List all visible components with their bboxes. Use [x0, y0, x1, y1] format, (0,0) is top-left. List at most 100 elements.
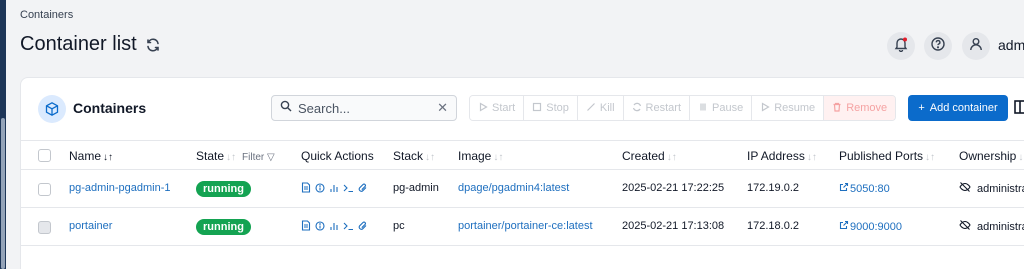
logs-icon[interactable] — [301, 220, 311, 231]
container-name-link[interactable]: portainer — [69, 220, 112, 232]
port-label: 9000:9000 — [850, 220, 902, 233]
status-badge: running — [196, 181, 251, 197]
stats-icon[interactable] — [329, 221, 339, 231]
sort-icon: ↓↑ — [925, 152, 936, 163]
help-icon — [930, 36, 946, 57]
card-title: Containers — [73, 100, 147, 116]
user-menu-button[interactable] — [962, 32, 990, 60]
filter-icon: ▽ — [267, 152, 275, 163]
filter-label: Filter — [242, 152, 265, 163]
resume-label: Resume — [774, 102, 816, 114]
left-sidebar-edge — [0, 0, 6, 269]
restart-button[interactable]: Restart — [623, 96, 691, 120]
table-header: Name ↓↑ State ↓↑ Filter ▽ Quick Actions Sta… — [21, 140, 1024, 170]
restart-label: Restart — [645, 102, 682, 114]
table-row: pg-admin-pgadmin-1 running pg-admin dpag… — [21, 170, 1024, 208]
sort-icon: ↓↑ — [493, 152, 504, 163]
column-stack-label: Stack — [393, 149, 424, 163]
eye-off-icon — [959, 220, 971, 233]
sort-icon: ↓↑ — [666, 152, 677, 163]
column-created-label: Created — [622, 149, 665, 163]
select-all-checkbox[interactable] — [38, 149, 51, 162]
search-input[interactable] — [298, 100, 428, 116]
search-box[interactable]: ✕ — [271, 95, 457, 121]
logs-icon[interactable] — [301, 182, 311, 193]
container-name-link[interactable]: pg-admin-pgadmin-1 — [69, 182, 171, 194]
resume-button[interactable]: Resume — [752, 96, 825, 120]
username-label[interactable]: admin — [998, 37, 1024, 53]
kill-label: Kill — [599, 102, 615, 114]
row-checkbox[interactable] — [38, 221, 51, 234]
column-state-label: State — [196, 149, 225, 163]
sort-desc-icon: ↓↑ — [103, 152, 114, 163]
plus-icon: + — [918, 102, 925, 114]
column-image[interactable]: Image ↓↑ — [458, 149, 503, 163]
restart-icon — [632, 102, 642, 115]
add-container-label: Add container — [929, 102, 998, 114]
stats-icon[interactable] — [329, 183, 339, 193]
column-name[interactable]: Name ↓↑ — [69, 149, 113, 163]
table-row: portainer running pc portainer/portainer… — [21, 208, 1024, 246]
clear-icon[interactable]: ✕ — [437, 100, 448, 116]
console-icon[interactable] — [343, 183, 354, 193]
column-quick-actions: Quick Actions — [301, 149, 374, 163]
play-icon — [478, 101, 488, 115]
notifications-button[interactable] — [887, 32, 915, 60]
inspect-icon[interactable] — [315, 220, 325, 231]
port-label: 5050:80 — [850, 182, 890, 195]
columns-icon[interactable] — [1014, 99, 1024, 115]
quick-actions — [301, 182, 368, 193]
external-link-icon — [839, 220, 849, 233]
cube-icon — [38, 95, 66, 123]
resume-icon — [760, 101, 770, 115]
console-icon[interactable] — [343, 221, 354, 231]
published-port-link[interactable]: 5050:80 — [839, 182, 890, 195]
column-image-label: Image — [458, 149, 492, 163]
image-link[interactable]: portainer/portainer-ce:latest — [458, 220, 593, 232]
column-ownership[interactable]: Ownership↓↑ — [959, 149, 1024, 163]
column-stack[interactable]: Stack ↓↑ — [393, 149, 435, 163]
column-ownership-label: Ownership — [959, 149, 1017, 163]
ownership-cell: administrators — [959, 182, 1024, 195]
ownership-label: administrators — [977, 182, 1024, 195]
container-actions-group: Start Stop Kill Restart Pause Resume Rem… — [469, 95, 897, 121]
attach-icon[interactable] — [358, 183, 368, 193]
published-port-link[interactable]: 9000:9000 — [839, 220, 902, 233]
column-ip-address[interactable]: IP Address ↓↑ — [747, 149, 817, 163]
containers-card: Containers ✕ Start Stop Kill R — [20, 77, 1024, 269]
add-container-button[interactable]: + Add container — [908, 95, 1008, 121]
inspect-icon[interactable] — [315, 182, 325, 193]
ownership-cell: administrators — [959, 220, 1024, 233]
stop-button[interactable]: Stop — [524, 96, 578, 120]
column-name-label: Name — [69, 149, 102, 163]
kill-icon — [586, 102, 596, 115]
ip-cell: 172.18.0.2 — [747, 220, 799, 232]
row-checkbox[interactable] — [38, 183, 51, 196]
column-state[interactable]: State ↓↑ Filter ▽ — [196, 149, 275, 163]
pause-label: Pause — [712, 102, 744, 114]
kill-button[interactable]: Kill — [577, 96, 624, 120]
attach-icon[interactable] — [358, 221, 368, 231]
breadcrumb[interactable]: Containers — [20, 9, 73, 21]
stack-cell: pg-admin — [393, 182, 439, 194]
status-badge: running — [196, 219, 251, 235]
card-header: Containers ✕ Start Stop Kill R — [21, 78, 1024, 140]
stack-cell: pc — [393, 220, 405, 232]
created-cell: 2025-02-21 17:22:25 — [622, 182, 725, 194]
help-button[interactable] — [924, 32, 952, 60]
sort-icon: ↓↑ — [806, 152, 817, 163]
column-state-filter[interactable]: Filter ▽ — [242, 152, 275, 163]
pause-button[interactable]: Pause — [690, 96, 753, 120]
column-published-ports[interactable]: Published Ports ↓↑ — [839, 149, 935, 163]
refresh-icon[interactable] — [145, 37, 161, 53]
sidebar-scrollbar[interactable] — [1, 118, 5, 269]
quick-actions — [301, 220, 368, 231]
trash-icon — [832, 102, 842, 115]
ownership-label: administrators — [977, 220, 1024, 233]
image-link[interactable]: dpage/pgadmin4:latest — [458, 182, 569, 194]
start-button[interactable]: Start — [470, 96, 525, 120]
column-ports-label: Published Ports — [839, 149, 924, 163]
remove-button[interactable]: Remove — [824, 96, 896, 120]
column-ip-label: IP Address — [747, 149, 805, 163]
column-created[interactable]: Created ↓↑ — [622, 149, 677, 163]
